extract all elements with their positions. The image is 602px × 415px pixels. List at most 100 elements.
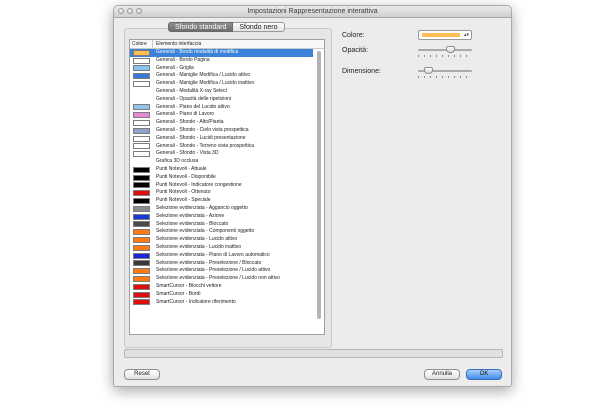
size-label: Dimensione: <box>342 68 381 75</box>
color-swatch[interactable] <box>133 174 150 181</box>
list-item-label: Generali - Opacità delle ripetizioni <box>156 95 232 102</box>
list-item[interactable]: Generali - Opacità delle ripetizioni <box>130 96 313 104</box>
list-item[interactable]: Selezione evidenziata - Piano di Lavoro … <box>130 252 313 260</box>
color-swatch[interactable] <box>133 268 150 275</box>
list-item[interactable]: SmartCursor - Blocchi vettore <box>130 283 313 291</box>
list-item-label: Selezione evidenziata - Lucido attivo <box>156 236 238 243</box>
list-item-label: Selezione evidenziata - Componenti ogget… <box>156 228 255 235</box>
list-item-label: Selezione evidenziata - Preselezione / L… <box>156 275 280 282</box>
color-swatch[interactable] <box>133 81 150 88</box>
opacity-slider[interactable] <box>418 46 472 58</box>
list-item[interactable]: Generali - Bordo Pagina <box>130 57 313 65</box>
color-swatch[interactable] <box>133 260 150 267</box>
slider-ticks <box>418 76 472 78</box>
slider-knob[interactable] <box>445 46 455 53</box>
column-header-element[interactable]: Elemento interfaccia <box>153 40 324 48</box>
list-header: Colore Elemento interfaccia <box>130 40 324 49</box>
tab-black-background[interactable]: Sfondo nero <box>233 22 285 32</box>
list-item-label: Generali - Griglia <box>156 64 194 71</box>
list-item-label: Punti Notevoli - Indicatore congestione <box>156 181 242 188</box>
slider-ticks <box>418 55 472 57</box>
color-swatch[interactable] <box>133 65 150 72</box>
list-item[interactable]: Selezione evidenziata - Preselezione / L… <box>130 275 313 283</box>
color-swatch[interactable] <box>133 252 150 259</box>
list-item[interactable]: Selezione evidenziata - Preselezione / B… <box>130 260 313 268</box>
color-swatch[interactable] <box>133 190 150 197</box>
tab-standard-background[interactable]: Sfondo standard <box>168 22 234 32</box>
list-item[interactable]: Generali - Sfondo - Terreno vista prospe… <box>130 143 313 151</box>
color-swatch[interactable] <box>133 182 150 189</box>
list-item[interactable]: Generali - Piano di Lavoro <box>130 111 313 119</box>
color-swatch[interactable] <box>133 151 150 158</box>
list-item-label: SmartCursor - Indicatore riferimento <box>156 298 236 305</box>
color-swatch[interactable] <box>133 57 150 64</box>
color-swatch[interactable] <box>133 283 150 290</box>
list-item-label: Generali - Bordo modalità di modifica <box>156 49 239 55</box>
list-item[interactable]: Generali - Sfondo - Alto/Pianta <box>130 119 313 127</box>
list-item-label: Punti Notevoli - Speciale <box>156 197 211 204</box>
list-item-label: Punti Notevoli - Ottenuto <box>156 189 211 196</box>
list-scrollbar[interactable] <box>316 49 323 332</box>
color-swatch[interactable] <box>133 104 150 111</box>
list-item-label: Generali - Maniglie Modifica / Lucido in… <box>156 80 255 87</box>
list-item-label: Generali - Piano del Lucido attivo <box>156 103 230 110</box>
slider-knob[interactable] <box>424 67 434 74</box>
color-swatch[interactable] <box>133 73 150 80</box>
list-item[interactable]: Selezione evidenziata - Preselezione / L… <box>130 267 313 275</box>
color-swatch[interactable] <box>133 127 150 134</box>
color-swatch[interactable] <box>133 112 150 119</box>
color-swatch[interactable] <box>133 198 150 205</box>
color-swatch[interactable] <box>133 49 150 56</box>
color-swatch[interactable] <box>133 205 150 212</box>
title-bar: Impostazioni Rappresentazione interattiv… <box>114 6 511 18</box>
column-header-color[interactable]: Colore <box>130 40 153 48</box>
color-swatch[interactable] <box>133 166 150 173</box>
list-item[interactable]: Selezione evidenziata - Componenti ogget… <box>130 228 313 236</box>
list-item[interactable]: Selezione evidenziata - Lucido attivo <box>130 236 313 244</box>
color-swatch[interactable] <box>133 213 150 220</box>
color-swatch[interactable] <box>133 143 150 150</box>
color-swatch[interactable] <box>133 291 150 298</box>
list-item[interactable]: Punti Notevoli - Speciale <box>130 197 313 205</box>
list-group-box: Colore Elemento interfaccia Generali - B… <box>124 28 332 348</box>
list-item[interactable]: Generali - Sfondo - Vista 3D <box>130 150 313 158</box>
list-item[interactable]: SmartCursor - Bordi <box>130 291 313 299</box>
list-item[interactable]: Generali - Modalità X-ray Select <box>130 88 313 96</box>
size-slider[interactable] <box>418 67 472 79</box>
list-item-label: Grafica 3D occlusa <box>156 158 199 165</box>
ok-button[interactable]: OK <box>466 369 502 380</box>
list-item[interactable]: Selezione evidenziata - Azione <box>130 213 313 221</box>
color-swatch[interactable] <box>133 120 150 127</box>
window-title: Impostazioni Rappresentazione interattiv… <box>247 8 378 15</box>
list-item[interactable]: Generali - Bordo modalità di modifica <box>130 49 313 57</box>
color-swatch[interactable] <box>133 244 150 251</box>
color-swatch[interactable] <box>133 276 150 282</box>
list-item[interactable]: Generali - Maniglie Modifica / Lucido at… <box>130 72 313 80</box>
list-item[interactable]: Selezione evidenziata - Bloccato <box>130 221 313 229</box>
list-item[interactable]: Generali - Maniglie Modifica / Lucido in… <box>130 80 313 88</box>
color-swatch[interactable] <box>133 135 150 142</box>
color-swatch[interactable] <box>133 299 150 306</box>
scrollbar-thumb[interactable] <box>317 51 321 319</box>
list-item[interactable]: SmartCursor - Indicatore riferimento <box>130 299 313 307</box>
color-swatch[interactable] <box>133 221 150 228</box>
list-item[interactable]: Punti Notevoli - Attuale <box>130 166 313 174</box>
list-item[interactable]: Punti Notevoli - Indicatore congestione <box>130 182 313 190</box>
color-swatch[interactable] <box>133 229 150 236</box>
list-item[interactable]: Punti Notevoli - Ottenuto <box>130 189 313 197</box>
list-item[interactable]: Generali - Griglia <box>130 65 313 73</box>
slider-track <box>418 49 472 51</box>
color-swatch <box>133 97 150 103</box>
cancel-button[interactable]: Annulla <box>424 369 460 380</box>
list-item-label: Generali - Sfondo - Alto/Pianta <box>156 119 224 126</box>
list-item[interactable]: Generali - Piano del Lucido attivo <box>130 104 313 112</box>
list-item[interactable]: Punti Notevoli - Disponibile <box>130 174 313 182</box>
list-item[interactable]: Generali - Sfondo - Cielo vista prospett… <box>130 127 313 135</box>
list-item[interactable]: Selezione evidenziata - Aggancio oggetto <box>130 205 313 213</box>
color-swatch[interactable] <box>133 237 150 244</box>
reset-button[interactable]: Reset <box>124 369 160 380</box>
list-item[interactable]: Generali - Sfondo - Lucidi presentazione <box>130 135 313 143</box>
list-item[interactable]: Selezione evidenziata - Lucido inattivo <box>130 244 313 252</box>
color-picker-popup[interactable]: ▴▾ <box>418 30 472 40</box>
list-item[interactable]: Grafica 3D occlusa <box>130 158 313 166</box>
